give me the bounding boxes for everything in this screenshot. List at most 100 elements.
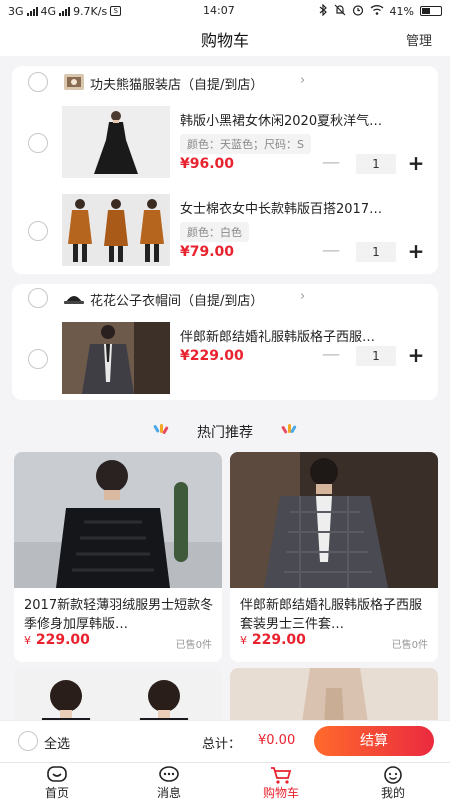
item-title[interactable]: 女士棉衣女中长款韩版百搭2017…	[180, 198, 430, 217]
shop-card: 功夫熊猫服装店（自提/到店） › 韩版小黑裙女休闲2020夏秋洋气… 颜色：天蓝…	[12, 66, 438, 274]
profile-icon	[381, 765, 405, 785]
tab-label: 消息	[156, 786, 181, 800]
product-image[interactable]	[14, 452, 222, 588]
card-price-value: 229.00	[35, 632, 90, 648]
sold-count: 已售0件	[175, 640, 212, 651]
product-card[interactable]: 伴郎新郎结婚礼服韩版格子西服套装男士三件套… ¥ 229.00 已售0件	[230, 452, 438, 662]
cart-summary-bar: 全选 总计： ¥0.00 结算	[0, 720, 450, 762]
decrease-button[interactable]: —	[320, 154, 342, 174]
select-all-label[interactable]: 全选	[44, 733, 70, 752]
tab-cart[interactable]: 购物车	[236, 763, 326, 800]
shop-header[interactable]: 花花公子衣帽间（自提/到店） ›	[12, 284, 438, 314]
quantity-input[interactable]: 1	[356, 346, 396, 366]
product-image[interactable]	[230, 452, 438, 588]
shop-checkbox[interactable]	[28, 288, 48, 308]
status-right: 41%	[319, 3, 442, 19]
item-price: ¥79.00	[180, 244, 235, 260]
clock: 14:07	[203, 4, 235, 17]
total-label: 总计：	[202, 737, 242, 752]
shop-header[interactable]: 功夫熊猫服装店（自提/到店） ›	[12, 66, 438, 96]
product-card[interactable]: 2017新款轻薄羽绒服男士短款冬季修身加厚韩版… ¥ 229.00 已售0件	[14, 452, 222, 662]
quantity-stepper: — 1 +	[320, 153, 430, 175]
shop-name: 花花公子衣帽间（自提/到店）	[90, 294, 264, 309]
product-card[interactable]	[230, 668, 438, 720]
recommend-header: 热门推荐	[0, 418, 450, 444]
tab-home[interactable]: 首页	[12, 763, 102, 800]
decrease-button[interactable]: —	[320, 242, 342, 262]
recommend-title: 热门推荐	[197, 425, 253, 441]
product-card[interactable]	[14, 668, 222, 720]
signal-icon-2	[59, 6, 71, 16]
shop-logo	[64, 74, 84, 90]
item-title[interactable]: 韩版小黑裙女休闲2020夏秋洋气…	[180, 110, 430, 129]
currency-symbol: ¥	[24, 634, 31, 647]
item-checkbox[interactable]	[28, 221, 48, 241]
sold-count: 已售0件	[391, 640, 428, 651]
network-type-2: 4G	[40, 4, 57, 18]
chevron-right-icon: ›	[300, 73, 306, 88]
sparkle-icon-right	[280, 422, 298, 441]
battery-icon	[420, 6, 442, 16]
increase-button[interactable]: +	[404, 345, 428, 367]
product-image[interactable]	[62, 106, 170, 178]
network-type-1: 3G	[8, 4, 24, 18]
status-left: 3G 4G 9.7K/s S	[8, 4, 122, 18]
product-image[interactable]	[230, 668, 438, 720]
cart-content: 功夫熊猫服装店（自提/到店） › 韩版小黑裙女休闲2020夏秋洋气… 颜色：天蓝…	[0, 56, 450, 720]
signal-icon	[26, 6, 38, 16]
product-image[interactable]	[62, 322, 170, 394]
cart-item: 伴郎新郎结婚礼服韩版格子西服… ¥229.00 — 1 +	[12, 322, 438, 402]
page-title: 购物车	[200, 31, 249, 50]
item-spec[interactable]: 颜色：天蓝色；尺码：S	[180, 134, 311, 154]
increase-button[interactable]: +	[404, 241, 428, 263]
shop-checkbox[interactable]	[28, 72, 48, 92]
item-price: ¥229.00	[180, 348, 244, 364]
status-bar: 3G 4G 9.7K/s S 14:07 41%	[0, 0, 450, 22]
shop-name: 功夫熊猫服装店（自提/到店）	[90, 78, 264, 93]
item-checkbox[interactable]	[28, 349, 48, 369]
card-title[interactable]: 伴郎新郎结婚礼服韩版格子西服套装男士三件套…	[240, 596, 430, 634]
tab-label: 购物车	[262, 786, 299, 800]
total-value: ¥0.00	[258, 733, 296, 748]
tab-bar: 首页 消息 购物车 我的	[0, 762, 450, 800]
tab-profile[interactable]: 我的	[348, 763, 438, 800]
item-price: ¥96.00	[180, 156, 235, 172]
currency-symbol: ¥	[240, 634, 247, 647]
item-spec[interactable]: 颜色：白色	[180, 222, 249, 242]
network-speed: 9.7K/s	[73, 4, 108, 18]
product-image[interactable]	[14, 668, 222, 720]
product-image[interactable]	[62, 194, 170, 266]
shop-card: 花花公子衣帽间（自提/到店） › 伴郎新郎结婚礼服韩版格子西服… ¥229.00…	[12, 284, 438, 400]
quantity-stepper: — 1 +	[320, 345, 430, 367]
tab-messages[interactable]: 消息	[124, 763, 214, 800]
manage-button[interactable]: 管理	[406, 30, 432, 49]
increase-button[interactable]: +	[404, 153, 428, 175]
home-icon	[45, 765, 69, 785]
card-title[interactable]: 2017新款轻薄羽绒服男士短款冬季修身加厚韩版…	[24, 596, 214, 634]
quantity-input[interactable]: 1	[356, 242, 396, 262]
notification-icon: S	[110, 6, 122, 16]
battery-percent: 41%	[389, 4, 414, 18]
chevron-right-icon: ›	[300, 289, 306, 304]
card-price-value: 229.00	[251, 632, 306, 648]
card-price: ¥ 229.00	[24, 632, 90, 648]
cart-item: 女士棉衣女中长款韩版百搭2017… 颜色：白色 ¥79.00 — 1 +	[12, 194, 438, 274]
select-all-checkbox[interactable]	[18, 731, 38, 751]
checkout-button[interactable]: 结算	[314, 726, 434, 756]
quantity-stepper: — 1 +	[320, 241, 430, 263]
quantity-input[interactable]: 1	[356, 154, 396, 174]
tab-label: 首页	[44, 786, 69, 800]
wifi-icon	[370, 4, 384, 18]
message-icon	[157, 765, 181, 785]
item-title[interactable]: 伴郎新郎结婚礼服韩版格子西服…	[180, 326, 430, 345]
cart-icon	[269, 765, 293, 785]
card-price: ¥ 229.00	[240, 632, 306, 648]
alarm-icon	[352, 4, 364, 19]
item-checkbox[interactable]	[28, 133, 48, 153]
tab-label: 我的	[380, 786, 405, 800]
shop-logo	[64, 290, 84, 306]
cart-item: 韩版小黑裙女休闲2020夏秋洋气… 颜色：天蓝色；尺码：S ¥96.00 — 1…	[12, 106, 438, 186]
decrease-button[interactable]: —	[320, 346, 342, 366]
mute-icon	[334, 4, 346, 19]
nav-bar: 购物车 管理	[0, 22, 450, 56]
